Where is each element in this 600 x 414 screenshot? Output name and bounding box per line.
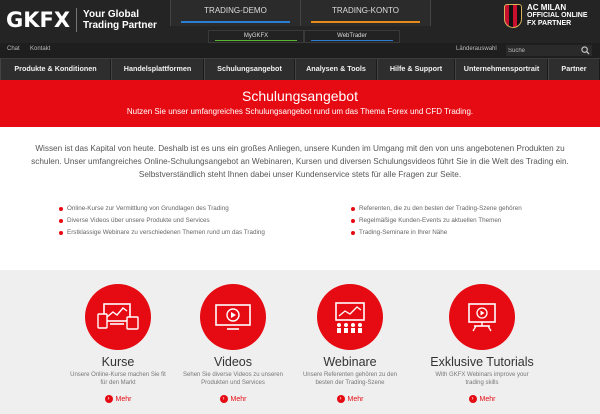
ac-milan-partner[interactable]: AC MILAN OFFICIAL ONLINE FX PARTNER	[504, 4, 588, 28]
tab-accent-bar	[215, 40, 297, 41]
more-label: Mehr	[115, 395, 132, 403]
nav-partner[interactable]: Partner	[548, 59, 600, 80]
card-desc-line: besten der Trading-Szene	[315, 380, 385, 386]
kurse-more-link[interactable]: › Mehr	[104, 395, 132, 403]
intro-line: schulen. Unser umfangreiches Online-Schu…	[31, 157, 569, 166]
top-header: GKFX Your Global Trading Partner TRADING…	[0, 0, 600, 43]
video-play-icon	[215, 304, 251, 330]
list-item: Diverse Videos über unsere Produkte und …	[58, 215, 265, 227]
videos-more-link[interactable]: › Mehr	[219, 395, 247, 403]
webinare-more-link[interactable]: › Mehr	[336, 395, 364, 403]
logo-mark: GKFX	[6, 8, 71, 32]
chevron-right-icon: ›	[468, 395, 477, 403]
feature-list-left: Online-Kurse zur Vermittlung von Grundla…	[58, 203, 265, 239]
card-webinare[interactable]: Webinare Unsere Referenten gehören zu de…	[280, 270, 420, 405]
course-cards: Kurse Unsere Online-Kurse machen Sie fit…	[0, 270, 600, 414]
tab-trading-konto[interactable]: TRADING-KONTO	[301, 0, 431, 26]
gkfx-logo[interactable]: GKFX Your Global Trading Partner	[6, 8, 157, 32]
country-selector[interactable]: Länderauswahl	[456, 46, 497, 52]
nav-hilfe-support[interactable]: Hilfe & Support	[377, 59, 455, 80]
ac-milan-crest-icon	[504, 4, 522, 28]
card-webinare-desc: Unsere Referenten gehören zu den besten …	[280, 371, 420, 387]
tutorials-more-link[interactable]: › Mehr	[468, 395, 496, 403]
chevron-right-icon: ›	[104, 395, 113, 403]
search-icon[interactable]	[581, 46, 590, 55]
tab-webtrader-label: WebTrader	[337, 33, 367, 39]
nav-analysen-tools[interactable]: Analysen & Tools	[295, 59, 377, 80]
list-item: Trading-Seminare in Ihrer Nähe	[350, 227, 522, 239]
more-label: Mehr	[347, 395, 364, 403]
nav-handelsplattformen[interactable]: Handelsplattformen	[111, 59, 204, 80]
tab-webtrader[interactable]: WebTrader	[304, 30, 400, 43]
search-box	[506, 45, 592, 56]
card-desc-line: trading skills	[465, 380, 499, 386]
tagline-line2: Trading Partner	[83, 20, 157, 31]
nav-schulungsangebot[interactable]: Schulungsangebot	[204, 59, 295, 80]
list-item: Online-Kurse zur Vermittlung von Grundla…	[58, 203, 265, 215]
card-webinare-title: Webinare	[323, 355, 377, 369]
card-desc-line: Unsere Referenten gehören zu den	[302, 372, 398, 378]
list-item: Regelmäßige Kunden-Events zu aktuellen T…	[350, 215, 522, 227]
tab-accent-bar	[311, 40, 393, 41]
intro-line: Wissen ist das Kapital von heute. Deshal…	[35, 144, 565, 153]
card-tutorials-circle[interactable]	[449, 284, 515, 350]
tab-trading-konto-label: TRADING-KONTO	[332, 6, 399, 15]
partner-line2: OFFICIAL ONLINE	[527, 12, 588, 19]
intro-line: Selbstverständlich steht Ihnen dabei uns…	[138, 170, 462, 179]
chevron-right-icon: ›	[219, 395, 228, 403]
partner-line1: AC MILAN	[527, 3, 567, 12]
feature-list-right: Referenten, die zu den besten der Tradin…	[350, 203, 522, 239]
nav-unternehmensportrait[interactable]: Unternehmensportrait	[455, 59, 548, 80]
list-item: Referenten, die zu den besten der Tradin…	[350, 203, 522, 215]
utility-bar: Chat Kontakt Länderauswahl	[0, 43, 600, 58]
logo-tagline: Your Global Trading Partner	[83, 9, 157, 31]
more-label: Mehr	[230, 395, 247, 403]
card-tutorials-desc: With GKFX Webinars improve your trading …	[412, 371, 552, 387]
intro-text: Wissen ist das Kapital von heute. Deshal…	[0, 142, 600, 181]
tab-accent-bar	[311, 21, 420, 23]
card-tutorials-title: Exklusive Tutorials	[430, 355, 534, 369]
kontakt-link[interactable]: Kontakt	[30, 46, 50, 52]
tab-trading-demo-label: TRADING-DEMO	[204, 6, 267, 15]
page-subtitle: Nutzen Sie unser umfangreiches Schulungs…	[126, 107, 474, 116]
logo-divider	[76, 8, 78, 32]
tab-accent-bar	[181, 21, 290, 23]
main-nav: Produkte & Konditionen Handelsplattforme…	[0, 58, 600, 80]
card-kurse-circle[interactable]	[85, 284, 151, 350]
tutorial-icon	[468, 303, 496, 332]
search-input[interactable]	[508, 45, 574, 56]
card-webinare-circle[interactable]	[317, 284, 383, 350]
page-title: Schulungsangebot	[242, 88, 358, 104]
chevron-right-icon: ›	[336, 395, 345, 403]
partner-text: AC MILAN OFFICIAL ONLINE FX PARTNER	[527, 4, 588, 28]
tab-trading-demo[interactable]: TRADING-DEMO	[170, 0, 301, 26]
tab-mygkfx-label: MyGKFX	[243, 33, 269, 39]
devices-icon	[97, 303, 139, 330]
tagline-line1: Your Global	[83, 9, 139, 20]
card-exklusive-tutorials[interactable]: Exklusive Tutorials With GKFX Webinars i…	[412, 270, 552, 405]
hero-banner: Schulungsangebot Nutzen Sie unser umfang…	[0, 80, 600, 127]
nav-produkte-konditionen[interactable]: Produkte & Konditionen	[0, 59, 111, 80]
tab-mygkfx[interactable]: MyGKFX	[208, 30, 304, 43]
card-desc-line: With GKFX Webinars improve your	[435, 372, 529, 378]
chat-link[interactable]: Chat	[7, 46, 20, 52]
presentation-icon	[335, 302, 365, 333]
more-label: Mehr	[479, 395, 496, 403]
partner-line3: FX PARTNER	[527, 20, 572, 27]
list-item: Erstklassige Webinare zu verschiedenen T…	[58, 227, 265, 239]
card-videos-circle[interactable]	[200, 284, 266, 350]
